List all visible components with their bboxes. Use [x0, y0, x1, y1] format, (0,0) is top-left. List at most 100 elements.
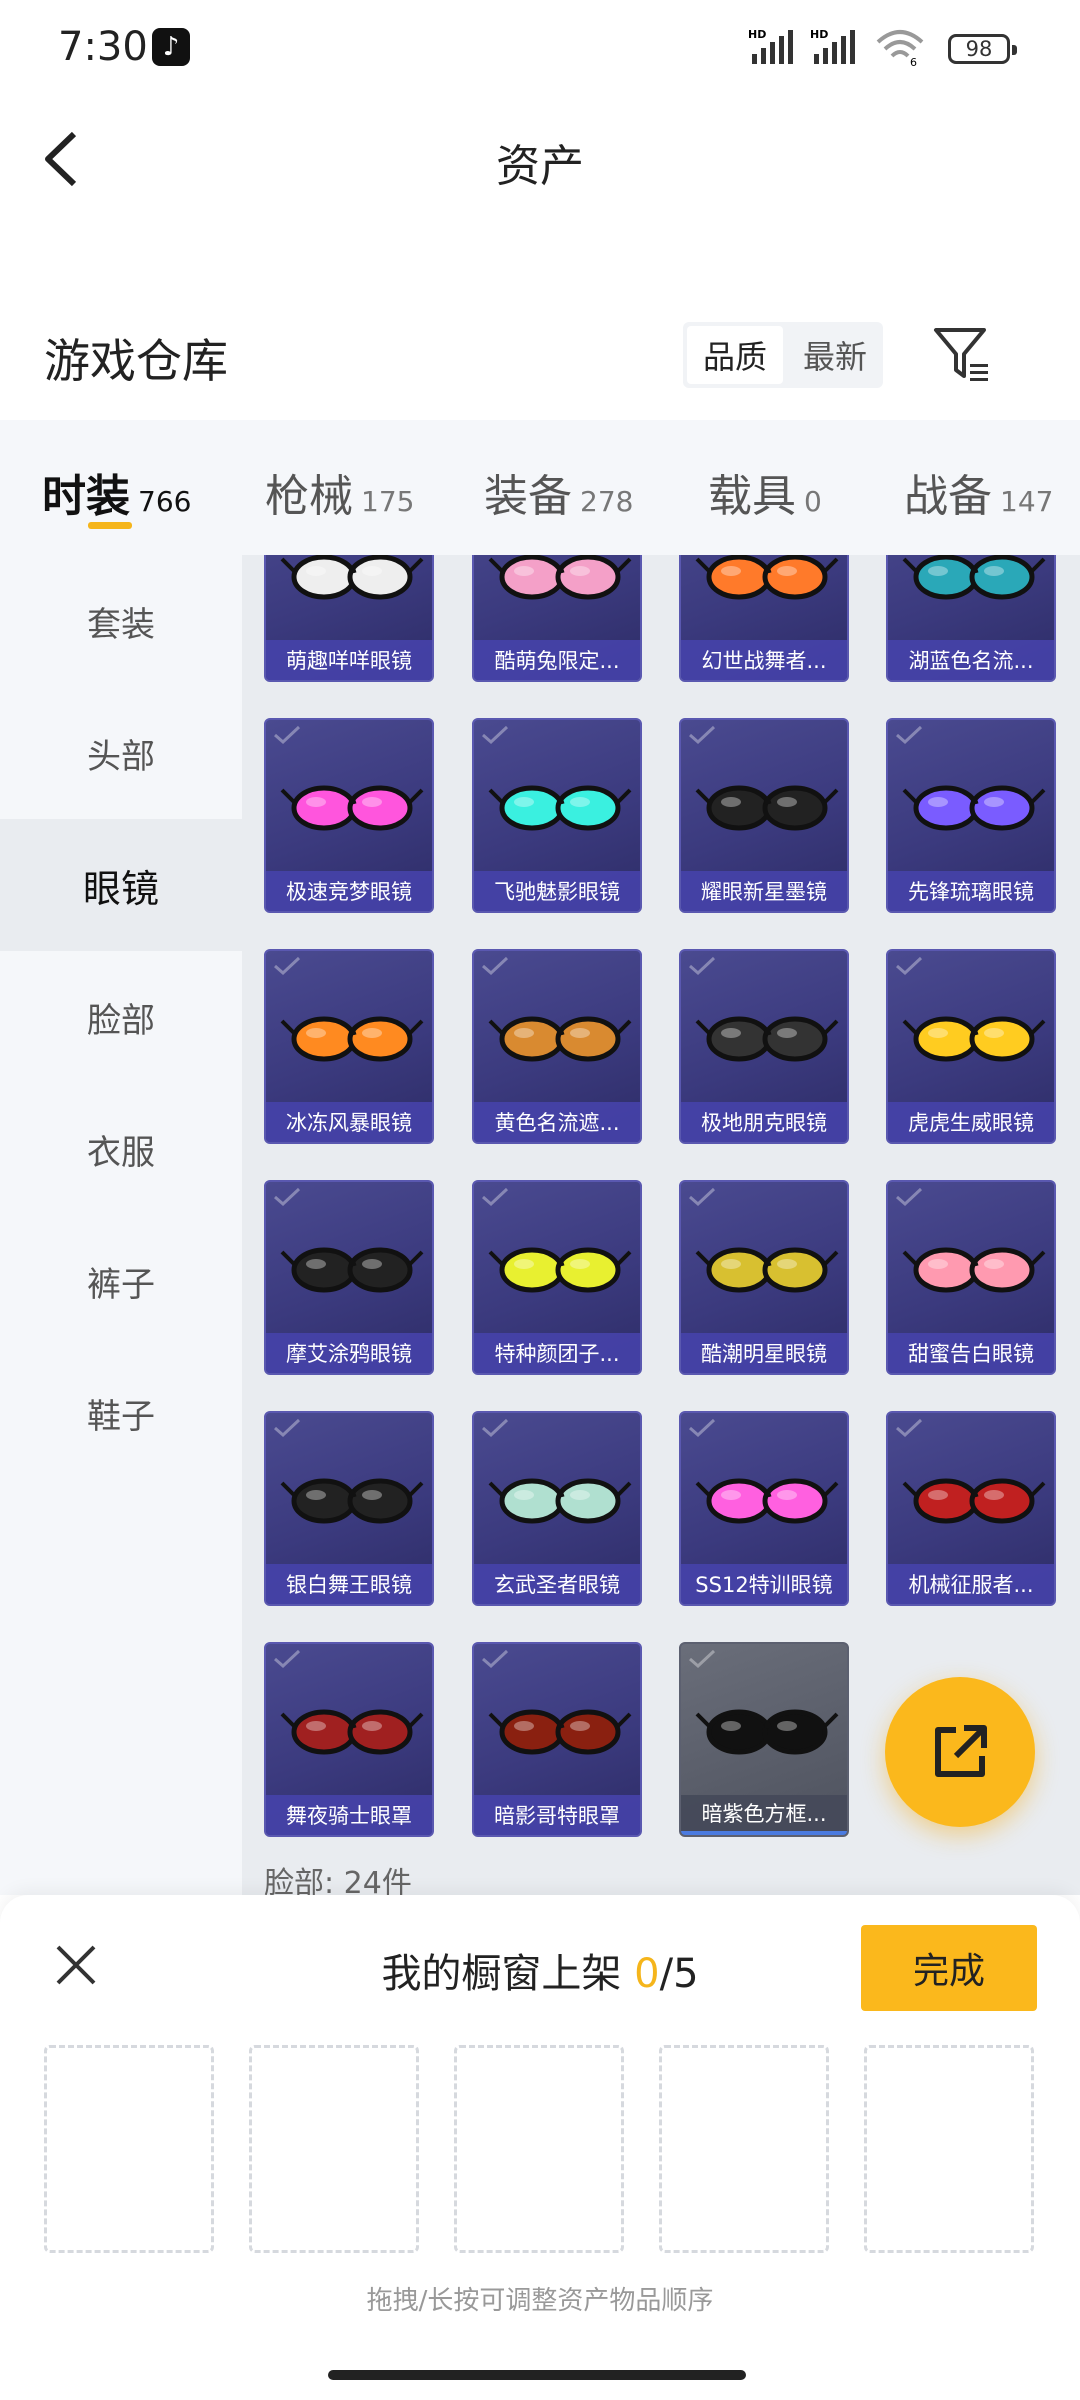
- sidebar-item-suits[interactable]: 套装: [0, 555, 242, 687]
- item-card[interactable]: 暗影哥特眼罩: [472, 1642, 642, 1837]
- tab-supplies[interactable]: 战备 147: [904, 460, 1053, 524]
- item-name: 舞夜骑士眼罩: [266, 1795, 432, 1835]
- check-icon: [896, 725, 923, 745]
- item-card[interactable]: 萌趣咩咩眼镜: [264, 555, 434, 682]
- cellular-signal-icon-2: HD: [810, 28, 855, 64]
- sort-newest-button[interactable]: 最新: [787, 322, 883, 388]
- sort-quality-button[interactable]: 品质: [687, 326, 783, 384]
- item-card[interactable]: 特种颜团子...: [472, 1180, 642, 1375]
- item-card[interactable]: 舞夜骑士眼罩: [264, 1642, 434, 1837]
- item-name: 极速竞梦眼镜: [266, 871, 432, 911]
- check-icon: [274, 1418, 301, 1438]
- check-icon: [689, 1418, 716, 1438]
- tab-count: 147: [1000, 485, 1054, 518]
- glasses-icon: [902, 555, 1046, 600]
- item-name: 甜蜜告白眼镜: [888, 1333, 1054, 1373]
- page-title: 资产: [496, 141, 584, 192]
- status-bar: 7:30 ♪ HD HD 6 98: [0, 0, 1080, 100]
- item-card[interactable]: 极地朋克眼镜: [679, 949, 849, 1144]
- glasses-icon: [695, 555, 839, 600]
- sidebar-item-pants[interactable]: 裤子: [0, 1215, 242, 1347]
- item-card[interactable]: 先锋琉璃眼镜: [886, 718, 1056, 913]
- tab-vehicles[interactable]: 载具 0: [708, 460, 822, 524]
- check-icon: [482, 1649, 509, 1669]
- glasses-icon: [695, 1247, 839, 1293]
- showcase-slot[interactable]: [864, 2045, 1034, 2253]
- item-name: 酷潮明星眼镜: [681, 1333, 847, 1373]
- glasses-icon: [280, 1709, 424, 1755]
- status-time: 7:30: [58, 24, 148, 70]
- item-name: 飞驰魅影眼镜: [474, 871, 640, 911]
- home-indicator: [328, 2370, 746, 2380]
- item-card[interactable]: 酷萌兔限定...: [472, 555, 642, 682]
- glasses-icon: [695, 1709, 839, 1755]
- item-card[interactable]: 机械征服者...: [886, 1411, 1056, 1606]
- item-card[interactable]: 酷潮明星眼镜: [679, 1180, 849, 1375]
- item-card[interactable]: 甜蜜告白眼镜: [886, 1180, 1056, 1375]
- showcase-sheet: 我的橱窗上架 0/5 完成 拖拽/长按可调整资产物品顺序: [0, 1895, 1080, 2400]
- check-icon: [689, 956, 716, 976]
- glasses-icon: [902, 1016, 1046, 1062]
- item-name: 萌趣咩咩眼镜: [266, 640, 432, 680]
- item-card[interactable]: 冰冻风暴眼镜: [264, 949, 434, 1144]
- done-button[interactable]: 完成: [861, 1925, 1037, 2011]
- tab-guns[interactable]: 枪械 175: [265, 460, 414, 524]
- item-name: 暗影哥特眼罩: [474, 1795, 640, 1835]
- filter-icon[interactable]: [930, 322, 994, 386]
- check-icon: [274, 1187, 301, 1207]
- tab-equipment[interactable]: 装备 278: [484, 460, 633, 524]
- glasses-icon: [280, 785, 424, 831]
- sidebar-item-glasses[interactable]: 眼镜: [0, 819, 242, 951]
- tab-count: 766: [138, 485, 192, 518]
- showcase-slot[interactable]: [249, 2045, 419, 2253]
- item-card[interactable]: 银白舞王眼镜: [264, 1411, 434, 1606]
- check-icon: [689, 725, 716, 745]
- item-card[interactable]: 飞驰魅影眼镜: [472, 718, 642, 913]
- tab-label: 战备: [904, 471, 992, 522]
- share-button[interactable]: [885, 1677, 1035, 1827]
- item-card[interactable]: 暗紫色方框...: [679, 1642, 849, 1837]
- sort-toggle: 品质 最新: [683, 322, 883, 388]
- item-card[interactable]: 湖蓝色名流...: [886, 555, 1056, 682]
- item-name: SS12特训眼镜: [681, 1564, 847, 1604]
- tab-count: 278: [580, 485, 634, 518]
- tab-label: 装备: [484, 471, 572, 522]
- sidebar-item-shoes[interactable]: 鞋子: [0, 1347, 242, 1479]
- item-card[interactable]: 摩艾涂鸦眼镜: [264, 1180, 434, 1375]
- glasses-icon: [488, 555, 632, 600]
- item-card[interactable]: 玄武圣者眼镜: [472, 1411, 642, 1606]
- showcase-slot[interactable]: [44, 2045, 214, 2253]
- tab-fashion[interactable]: 时装 766: [42, 460, 191, 524]
- item-name: 先锋琉璃眼镜: [888, 871, 1054, 911]
- glasses-icon: [488, 1478, 632, 1524]
- check-icon: [482, 1418, 509, 1438]
- sidebar-item-clothes[interactable]: 衣服: [0, 1083, 242, 1215]
- item-card[interactable]: 幻世战舞者...: [679, 555, 849, 682]
- item-name: 幻世战舞者...: [681, 640, 847, 680]
- item-card[interactable]: 耀眼新星墨镜: [679, 718, 849, 913]
- sidebar-item-head[interactable]: 头部: [0, 687, 242, 819]
- glasses-icon: [280, 555, 424, 600]
- wifi-icon: 6: [876, 30, 924, 66]
- battery-level: 98: [965, 37, 993, 61]
- item-card[interactable]: 极速竞梦眼镜: [264, 718, 434, 913]
- check-icon: [274, 1649, 301, 1669]
- showcase-slot[interactable]: [659, 2045, 829, 2253]
- check-icon: [896, 1418, 923, 1438]
- showcase-slot[interactable]: [454, 2045, 624, 2253]
- item-card[interactable]: 黄色名流遮...: [472, 949, 642, 1144]
- item-card[interactable]: SS12特训眼镜: [679, 1411, 849, 1606]
- share-icon: [935, 1725, 987, 1777]
- sidebar-item-face[interactable]: 脸部: [0, 951, 242, 1083]
- item-name: 酷萌兔限定...: [474, 640, 640, 680]
- check-icon: [896, 1187, 923, 1207]
- item-card[interactable]: 虎虎生威眼镜: [886, 949, 1056, 1144]
- battery-icon: 98: [948, 34, 1017, 64]
- tab-label: 时装: [42, 471, 130, 522]
- reorder-hint: 拖拽/长按可调整资产物品顺序: [366, 2286, 714, 2316]
- svg-text:6: 6: [910, 56, 917, 66]
- glasses-icon: [488, 785, 632, 831]
- check-icon: [274, 725, 301, 745]
- item-name: 银白舞王眼镜: [266, 1564, 432, 1604]
- showcase-title-text: 我的橱窗上架: [381, 1951, 635, 1997]
